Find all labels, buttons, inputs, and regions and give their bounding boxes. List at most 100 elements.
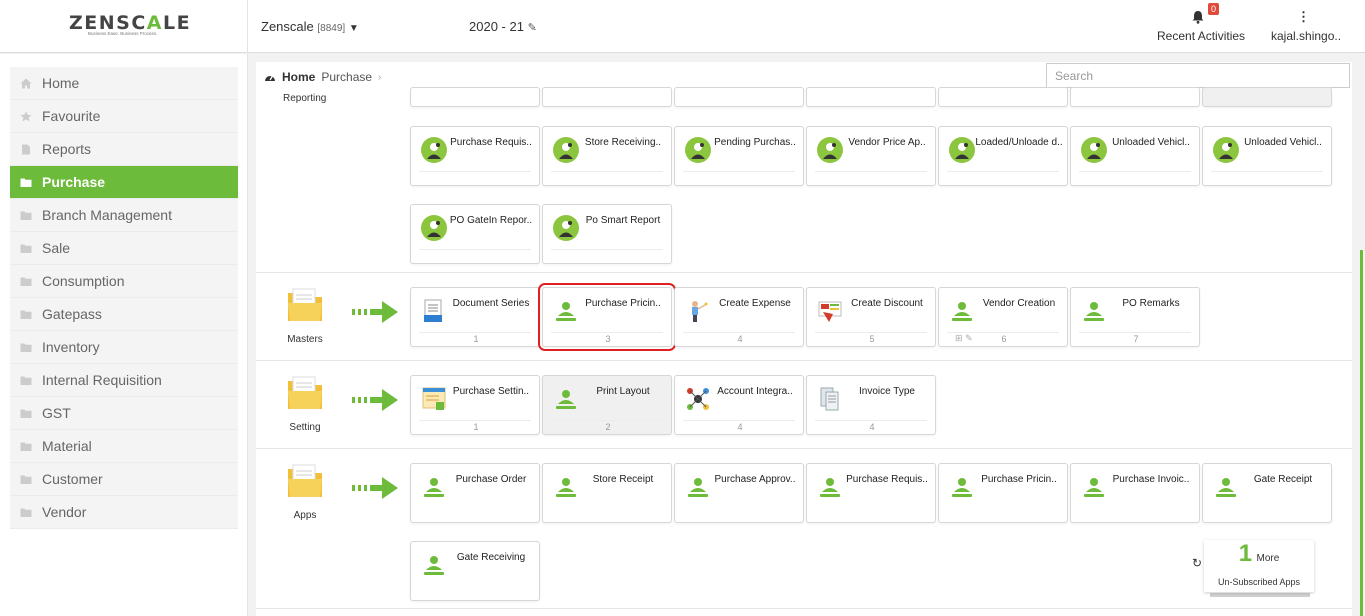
sidebar-item-branch-management[interactable]: Branch Management [10,199,238,232]
user-name[interactable]: kajal.shingo.. [1271,29,1341,43]
bell-icon[interactable] [1191,10,1205,24]
sidebar-item-label: Vendor [42,504,87,520]
report-user-icon [421,215,447,241]
company-name: Zenscale [261,19,314,34]
sidebar-item-purchase[interactable]: Purchase [10,166,238,199]
category-apps: Apps [256,463,354,521]
more-apps-card[interactable]: 1 More Un-Subscribed Apps [1204,540,1314,592]
invoice-icon [820,387,839,411]
sidebar-item-label: GST [42,405,71,421]
user-green-icon [1084,478,1104,497]
report-tile-po-gatein[interactable]: PO GateIn Repor.. [410,204,540,264]
presenter-icon [692,301,708,322]
report-user-icon [553,215,579,241]
sidebar-item-vendor[interactable]: Vendor [10,496,238,529]
tile-divider [419,171,531,172]
report-tile-partial[interactable] [938,87,1068,107]
setting-tile-print-layout[interactable]: Print Layout 2 [542,375,672,435]
setting-tile-invoice-type[interactable]: Invoice Type 4 [806,375,936,435]
sidebar-item-customer[interactable]: Customer [10,463,238,496]
app-tile-gate-receiving[interactable]: Gate Receiving [410,541,540,601]
app-tile-store-receipt[interactable]: Store Receipt [542,463,672,523]
report-tile-unloaded-vehicle-1[interactable]: Unloaded Vehicl.. [1070,126,1200,186]
sidebar-item-internal-requisition[interactable]: Internal Requisition [10,364,238,397]
report-tile-partial[interactable] [1202,87,1332,107]
breadcrumb-home[interactable]: Home [282,70,315,84]
tile-title: Create Discount [851,298,923,309]
sidebar-item-label: Gatepass [42,306,102,322]
section-divider [256,272,1352,273]
tile-title: Purchase Pricin.. [981,474,1057,485]
tile-divider [1211,171,1323,172]
sidebar-item-sale[interactable]: Sale [10,232,238,265]
chevron-right-icon: › [378,71,382,83]
master-tile-document-series[interactable]: Document Series 1 [410,287,540,347]
sidebar-item-inventory[interactable]: Inventory [10,331,238,364]
refresh-icon[interactable]: ↻ [1192,556,1202,570]
user-green-icon [556,390,576,409]
breadcrumb-current[interactable]: Purchase [321,70,372,84]
category-setting: Setting [256,375,354,433]
app-tile-gate-receipt[interactable]: Gate Receipt [1202,463,1332,523]
folder-icon [20,310,32,319]
user-green-icon [424,478,444,497]
report-tile-partial[interactable] [806,87,936,107]
sidebar-item-home[interactable]: Home [10,67,238,100]
master-tile-purchase-pricing[interactable]: Purchase Pricin.. 3 [538,283,676,351]
tile-title: Purchase Order [455,474,527,485]
app-tile-purchase-approval[interactable]: Purchase Approv.. [674,463,804,523]
report-tile-unloaded-vehicle-2[interactable]: Unloaded Vehicl.. [1202,126,1332,186]
setting-tile-purchase-setting[interactable]: Purchase Settin.. 1 [410,375,540,435]
report-tile-store-receiving[interactable]: Store Receiving.. [542,126,672,186]
sidebar-item-reports[interactable]: Reports [10,133,238,166]
tile-divider [815,420,927,421]
recent-activities-link[interactable]: Recent Activities [1157,29,1245,43]
dashboard-icon [265,75,275,81]
scrollbar-thumb[interactable] [1360,250,1363,616]
master-tile-create-discount[interactable]: Create Discount 5 [806,287,936,347]
master-tile-vendor-creation[interactable]: Vendor Creation ⊞ ✎ 6 [938,287,1068,347]
tile-title: Loaded/Unloade d.. [975,137,1063,148]
financial-year[interactable]: 2020 - 21 ✎ [469,19,537,34]
sidebar-item-consumption[interactable]: Consumption [10,265,238,298]
tile-count: 4 [869,422,875,432]
setting-tile-account-integration[interactable]: Account Integra.. 4 [674,375,804,435]
report-tile-purchase-requis[interactable]: Purchase Requis.. [410,126,540,186]
company-selector[interactable]: Zenscale [8849] ▼ [261,19,359,34]
app-tile-purchase-requisition[interactable]: Purchase Requis.. [806,463,936,523]
tile-divider [1079,332,1191,333]
master-tile-create-expense[interactable]: Create Expense 4 [674,287,804,347]
arrow-right-icon [352,301,398,323]
app-tile-purchase-invoice[interactable]: Purchase Invoic.. [1070,463,1200,523]
report-tile-po-smart[interactable]: Po Smart Report [542,204,672,264]
sidebar-item-gatepass[interactable]: Gatepass [10,298,238,331]
tile-title: PO GateIn Repor.. [449,215,533,226]
report-user-icon [949,137,975,163]
sidebar-item-material[interactable]: Material [10,430,238,463]
user-green-icon [952,302,972,321]
tile-divider [1079,171,1191,172]
master-tile-po-remarks[interactable]: PO Remarks 7 [1070,287,1200,347]
kebab-menu-icon[interactable]: ⋮ [1297,9,1310,25]
report-tile-pending-purchas[interactable]: Pending Purchas.. [674,126,804,186]
app-tile-purchase-pricing[interactable]: Purchase Pricin.. [938,463,1068,523]
tile-title: Purchase Invoic.. [1112,474,1190,485]
tile-title: Document Series [452,298,530,309]
report-tile-partial[interactable] [674,87,804,107]
report-tile-partial[interactable] [410,87,540,107]
tile-count: 1 [473,422,479,432]
tile-title: Invoice Type [859,386,915,397]
search-input[interactable] [1046,63,1350,88]
report-tile-partial[interactable] [542,87,672,107]
tile-title: Create Expense [719,298,791,309]
report-tile-partial[interactable] [1070,87,1200,107]
sidebar-item-favourite[interactable]: Favourite [10,100,238,133]
tile-title: Vendor Price Ap.. [848,137,926,148]
report-tile-loaded-unloaded[interactable]: Loaded/Unloade d.. [938,126,1068,186]
edit-icon[interactable]: ✎ [528,22,537,34]
sidebar-item-gst[interactable]: GST [10,397,238,430]
tile-divider [419,332,531,333]
app-tile-purchase-order[interactable]: Purchase Order [410,463,540,523]
sidebar-item-label: Internal Requisition [42,372,162,388]
report-tile-vendor-price[interactable]: Vendor Price Ap.. [806,126,936,186]
